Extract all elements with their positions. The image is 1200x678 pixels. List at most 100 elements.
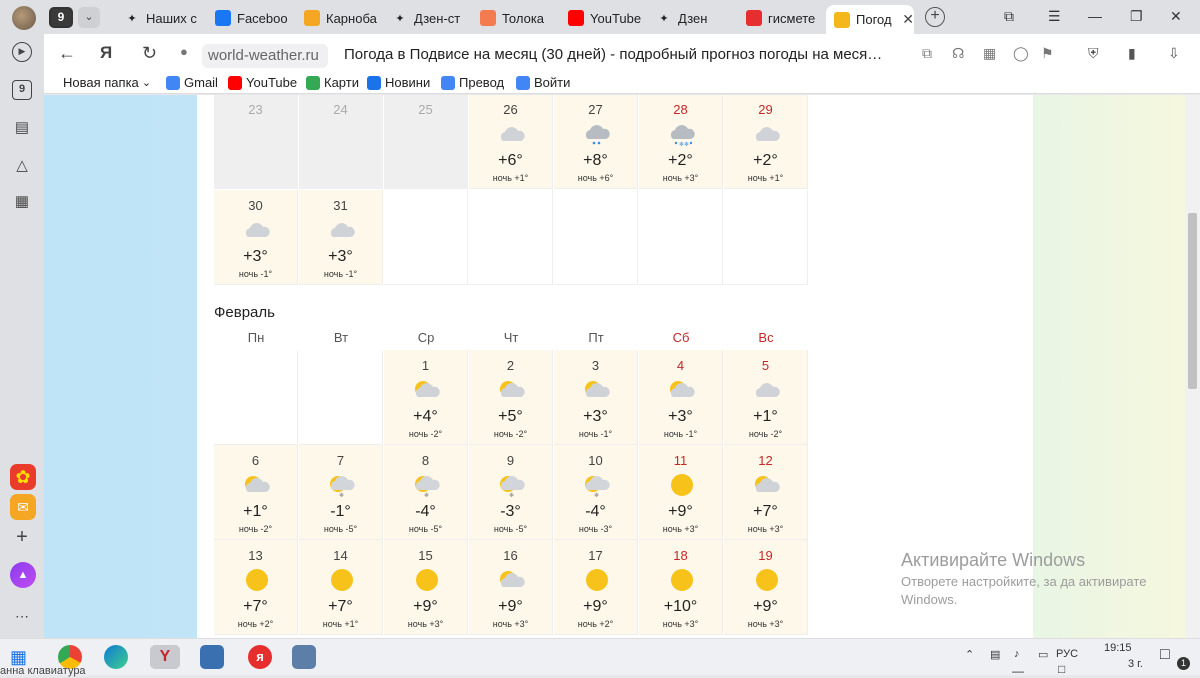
weather-partly-icon xyxy=(582,377,612,403)
day-cell[interactable]: 9 ❄ -3° ночь -5° xyxy=(469,445,553,540)
edge-icon[interactable] xyxy=(104,645,128,669)
day-cell[interactable]: 18 +10° ночь +3° xyxy=(639,540,723,635)
day-cell[interactable]: 15 +9° ночь +3° xyxy=(384,540,468,635)
tab-5[interactable]: YouTube xyxy=(560,5,646,31)
day-cell[interactable]: 26 +6° ночь +1° xyxy=(469,95,553,189)
day-cell[interactable]: 8 ❄ -4° ночь -5° xyxy=(384,445,468,540)
more-icon[interactable]: ⋯ xyxy=(12,606,32,626)
yandex-icon xyxy=(746,10,762,26)
maximize-button[interactable]: ❐ xyxy=(1130,8,1143,25)
night-temp: ночь -5° xyxy=(493,524,528,534)
day-cell[interactable]: 2 +5° ночь -2° xyxy=(469,350,553,445)
yandex-app-icon[interactable]: я xyxy=(248,645,272,669)
badge-nine-icon[interactable]: 9 xyxy=(12,80,32,100)
day-cell[interactable]: 17 +9° ночь +2° xyxy=(554,540,638,635)
day-cell[interactable]: 10 ❄ -4° ночь -3° xyxy=(554,445,638,540)
scrollbar[interactable] xyxy=(1185,95,1200,638)
menu-icon[interactable]: ☰ xyxy=(1048,8,1061,25)
bookmark-3[interactable]: Карти xyxy=(306,75,359,90)
weekday-header: Пн xyxy=(247,330,265,345)
day-cell[interactable]: 12 +7° ночь +3° xyxy=(724,445,808,540)
day-cell[interactable]: 6 +1° ночь -2° xyxy=(214,445,298,540)
reload-icon[interactable]: ↻ xyxy=(142,43,157,64)
collections-icon[interactable]: ⧉ xyxy=(1004,8,1014,25)
tab-7[interactable]: гисмете xyxy=(738,5,824,31)
bookmark-1[interactable]: Gmail xyxy=(166,75,218,90)
alice-assistant-icon[interactable]: ▲ xyxy=(10,562,36,588)
clock-time[interactable]: 19:15 xyxy=(1104,642,1132,654)
day-cell[interactable]: 16 +9° ночь +3° xyxy=(469,540,553,635)
battery-icon[interactable]: ▭ xyxy=(1038,648,1048,661)
close-tab-icon[interactable]: ✕ xyxy=(902,11,914,28)
tab-8[interactable]: Погод ✕ xyxy=(826,5,914,34)
bookmark-6[interactable]: Войти xyxy=(516,75,570,90)
play-icon[interactable]: ▶ xyxy=(12,42,32,62)
tab-6[interactable]: ✦ Дзен xyxy=(648,5,736,31)
apps-grid-icon[interactable]: ▦ xyxy=(12,192,32,212)
day-cell[interactable]: 29 +2° ночь +1° xyxy=(724,95,808,189)
tab-1[interactable]: Faceboo xyxy=(207,5,293,31)
bookmark-icon[interactable]: ⚑ xyxy=(1041,45,1054,62)
flower-app-icon[interactable]: ✿ xyxy=(10,464,36,490)
bell-icon[interactable]: △ xyxy=(12,156,32,176)
chat-icon[interactable]: ◯ xyxy=(1013,45,1029,62)
day-cell[interactable]: 5 +1° ночь -2° xyxy=(724,350,808,445)
close-window-button[interactable]: ✕ xyxy=(1170,8,1182,25)
scrollbar-thumb[interactable] xyxy=(1188,213,1197,389)
tray-chevron-icon[interactable]: ⌃ xyxy=(965,648,974,661)
back-arrow-icon[interactable]: ← xyxy=(58,43,76,64)
day-cell[interactable]: 14 +7° ночь +1° xyxy=(299,540,383,635)
add-app-icon[interactable]: + xyxy=(12,527,32,547)
night-temp: ночь +3° xyxy=(662,173,699,183)
bookmark-5[interactable]: Превод xyxy=(441,75,504,90)
day-cell[interactable]: 31 +3° ночь -1° xyxy=(299,190,383,285)
yandex-logo-icon[interactable]: Я xyxy=(100,43,112,63)
tab-3[interactable]: ✦ Дзен-ст xyxy=(384,5,470,31)
empty-cell xyxy=(724,190,808,285)
volume-icon[interactable]: ♪ xyxy=(1014,648,1020,660)
bookmark-0[interactable]: Новая папка ⌄ xyxy=(63,75,151,90)
day-cell[interactable]: 7 ❄ -1° ночь -5° xyxy=(299,445,383,540)
weather-partly-icon xyxy=(752,472,782,498)
mail-app-icon[interactable]: ✉ xyxy=(10,494,36,520)
day-cell[interactable]: 11 +9° ночь +3° xyxy=(639,445,723,540)
headphones-icon[interactable]: ☊ xyxy=(952,45,964,62)
day-cell[interactable]: 30 +3° ночь -1° xyxy=(214,190,298,285)
day-number: 14 xyxy=(333,548,348,563)
download-icon[interactable]: ⇩ xyxy=(1168,45,1180,62)
minimize-button[interactable]: — xyxy=(1088,8,1102,24)
tab-4[interactable]: Толока xyxy=(472,5,558,31)
network-icon[interactable]: ▤ xyxy=(990,648,1000,661)
notes-icon[interactable]: ▤ xyxy=(12,118,32,138)
bookmark-2[interactable]: YouTube xyxy=(228,75,297,90)
notification-icon[interactable]: □ xyxy=(1160,646,1170,664)
day-cell[interactable]: 28 ❄ ❄ +2° ночь +3° xyxy=(639,95,723,189)
tab-0[interactable]: ✦ Наших с xyxy=(116,5,204,31)
day-cell[interactable]: 1 +4° ночь -2° xyxy=(384,350,468,445)
tab-2[interactable]: Карноба xyxy=(296,5,382,31)
lock-icon[interactable]: ● xyxy=(180,44,188,59)
day-cell[interactable]: 4 +3° ночь -1° xyxy=(639,350,723,445)
bookmark-4[interactable]: Новини xyxy=(367,75,430,90)
day-cell[interactable]: 3 +3° ночь -1° xyxy=(554,350,638,445)
day-cell[interactable]: 13 +7° ночь +2° xyxy=(214,540,298,635)
popup-maximize-icon[interactable]: □ xyxy=(1058,662,1065,676)
profile-avatar[interactable] xyxy=(12,6,36,30)
tab-list-chevron-icon[interactable]: ⌄ xyxy=(78,7,100,28)
keyboard-lang[interactable]: РУС xyxy=(1056,648,1078,660)
day-cell[interactable]: 27 +8° ночь +6° xyxy=(554,95,638,189)
file-app-icon[interactable] xyxy=(200,645,224,669)
new-tab-button[interactable]: + xyxy=(925,7,945,27)
day-temp: +2° xyxy=(753,152,778,169)
explorer-icon[interactable] xyxy=(292,645,316,669)
translate-page-icon[interactable]: ▦ xyxy=(983,45,996,62)
extensions-icon[interactable]: ▮ xyxy=(1128,45,1136,62)
url-field[interactable]: world-weather.ru xyxy=(202,44,328,68)
shield-icon[interactable]: ⛨ xyxy=(1088,45,1099,62)
yandex-browser-icon[interactable]: Y xyxy=(150,645,180,669)
day-cell[interactable]: 19 +9° ночь +3° xyxy=(724,540,808,635)
share-icon[interactable]: ⧉ xyxy=(922,45,932,62)
day-temp: -1° xyxy=(330,503,351,520)
tab-count-button[interactable]: 9 xyxy=(49,7,73,28)
popup-minimize-icon[interactable]: — xyxy=(1012,664,1024,678)
